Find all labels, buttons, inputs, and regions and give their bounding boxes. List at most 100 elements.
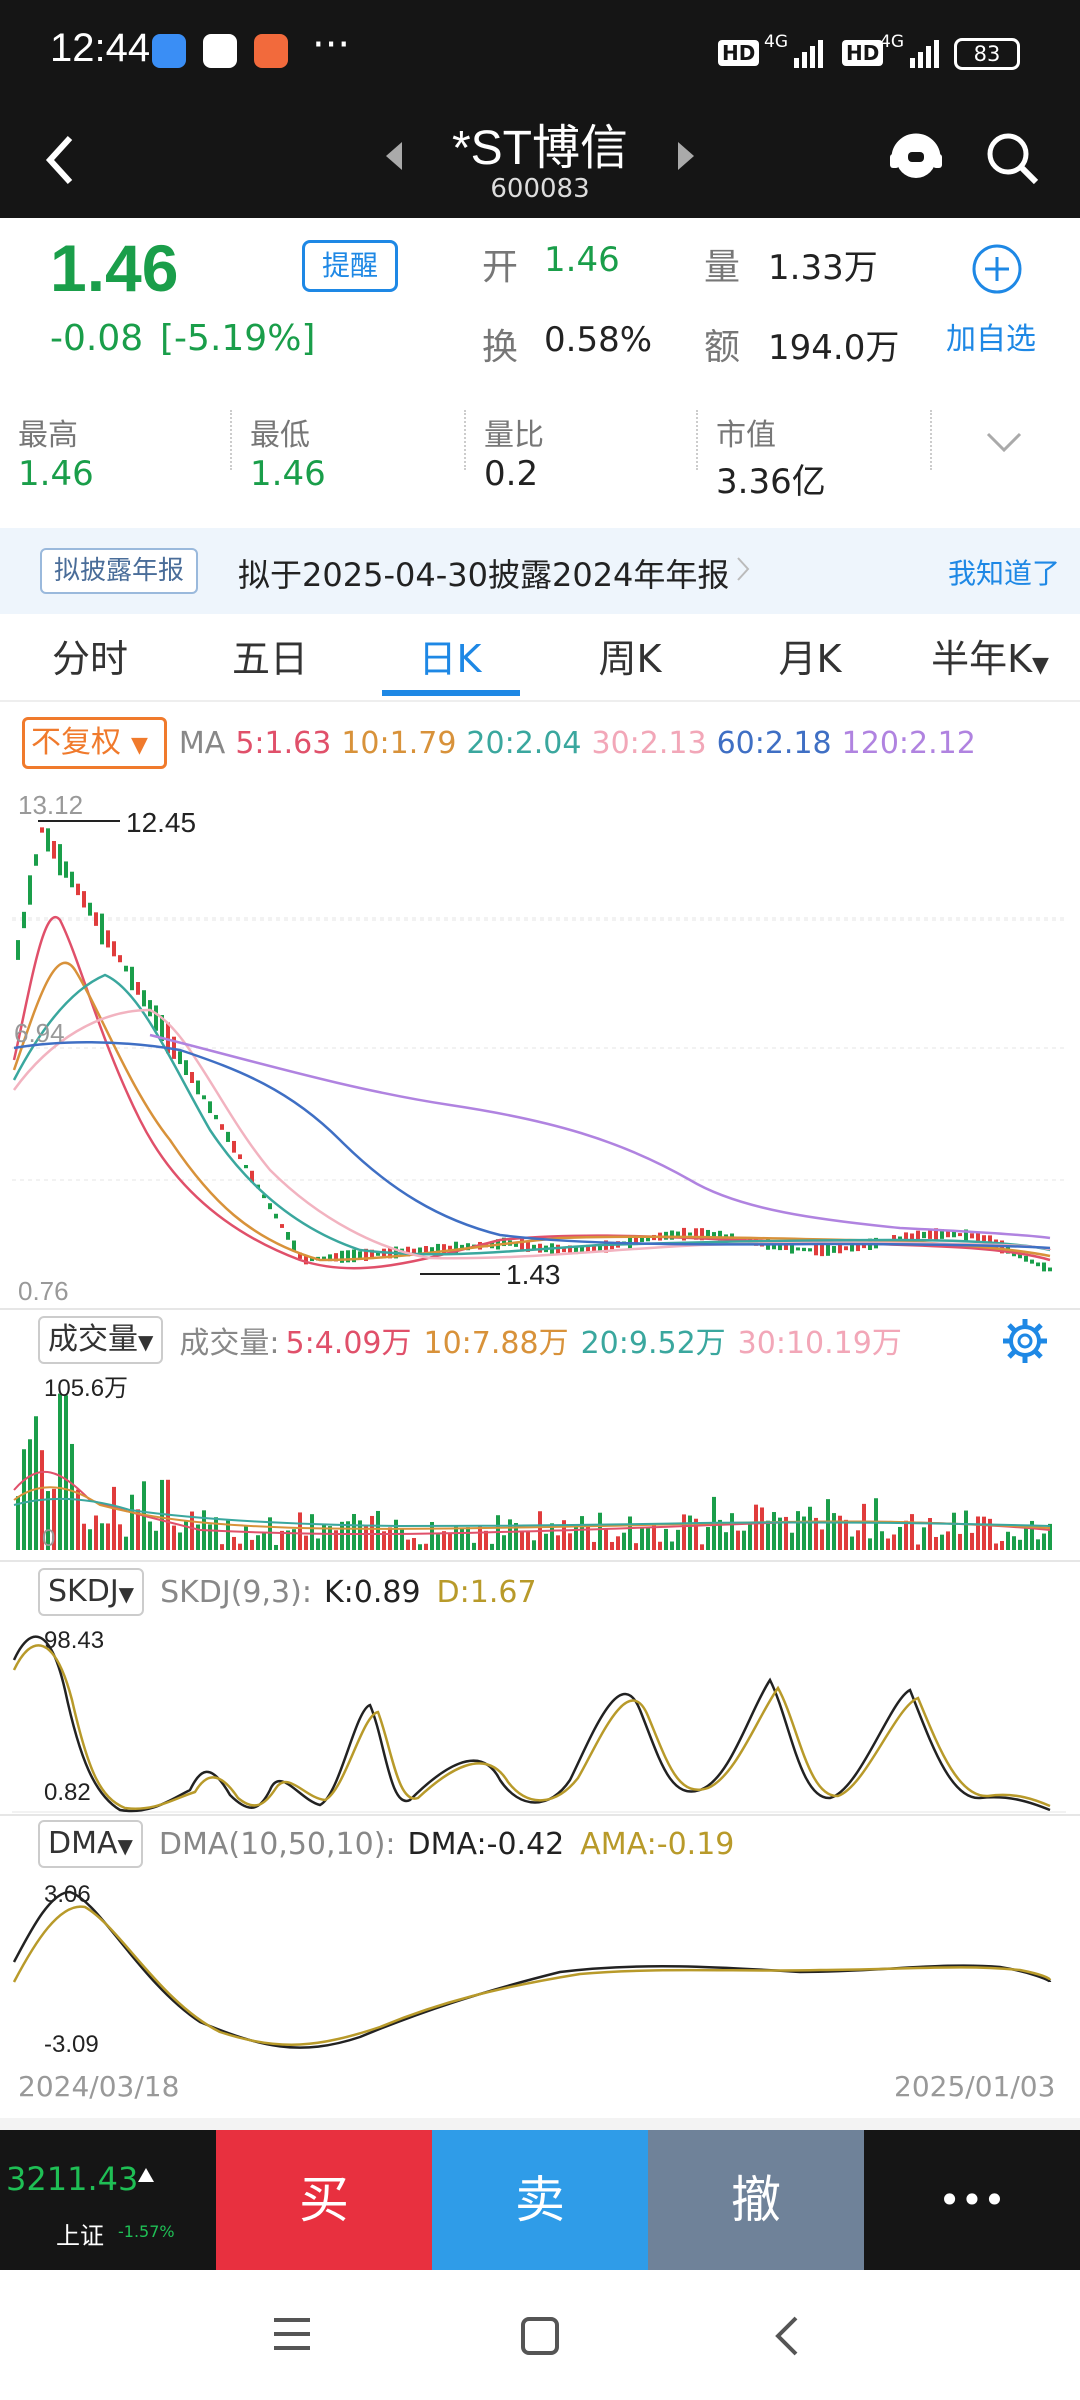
- volume-bar: [646, 1526, 650, 1550]
- ma5-value: 5:1.63: [235, 725, 332, 761]
- volume-bar: [856, 1530, 860, 1550]
- candlestick: [106, 930, 110, 948]
- tab-daily-k[interactable]: 日K: [390, 628, 510, 683]
- tab-half-year-k[interactable]: 半年K▼: [920, 628, 1060, 683]
- volume-bar: [910, 1514, 914, 1550]
- candlestick: [220, 1124, 224, 1130]
- adjust-selector[interactable]: 不复权 ▼: [22, 717, 167, 769]
- date-end: 2025/01/03: [894, 2070, 1056, 2103]
- volume-bar: [748, 1522, 752, 1550]
- candlestick: [340, 1250, 344, 1263]
- network-icon: 4G: [764, 32, 788, 52]
- volume-bar: [148, 1521, 152, 1550]
- open-value: 1.46: [544, 240, 620, 280]
- candlestick: [238, 1154, 242, 1160]
- expand-icon[interactable]: [986, 430, 1022, 458]
- max-price-marker: 12.45: [126, 807, 196, 838]
- volume-bar: [490, 1543, 494, 1550]
- ama-value: AMA:-0.19: [580, 1826, 735, 1862]
- volume-bar: [820, 1529, 824, 1550]
- tab-monthly-k[interactable]: 月K: [750, 628, 870, 683]
- current-price: 1.46: [50, 231, 179, 305]
- vol30-value: 30:10.19万: [737, 1326, 902, 1361]
- volume-bar: [568, 1533, 572, 1550]
- volume-max-label: 105.6万: [44, 1375, 128, 1402]
- volume-bar: [340, 1521, 344, 1550]
- skdj-selector[interactable]: SKDJ▼: [38, 1568, 145, 1616]
- candlestick: [184, 1060, 188, 1076]
- more-button[interactable]: •••: [864, 2130, 1080, 2270]
- volume-bar: [592, 1541, 596, 1550]
- candlestick: [826, 1243, 830, 1256]
- down-arrow-icon: [136, 2166, 156, 2188]
- volume-selector[interactable]: 成交量▼: [38, 1316, 164, 1364]
- tab-weekly-k[interactable]: 周K: [570, 628, 690, 683]
- volume-bar: [880, 1531, 884, 1550]
- volume-bar: [700, 1544, 704, 1550]
- volume-bar: [892, 1534, 896, 1550]
- volume-bar: [730, 1513, 734, 1550]
- volume-bar: [1042, 1533, 1046, 1550]
- volume-bar: [790, 1532, 794, 1550]
- candlestick: [196, 1080, 200, 1095]
- dma-selector[interactable]: DMA▼: [38, 1820, 143, 1868]
- buy-button[interactable]: 买: [216, 2130, 432, 2270]
- index-ticker[interactable]: 3211.43 上证 -1.57%: [0, 2130, 216, 2270]
- customer-service-icon[interactable]: [886, 126, 946, 190]
- ma20-line: [12, 973, 1051, 1256]
- volume-bar: [124, 1536, 128, 1550]
- dma-top-label: 3.06: [44, 1881, 91, 1908]
- tab-five-day[interactable]: 五日: [210, 628, 330, 683]
- candlestick: [226, 1131, 230, 1142]
- ratio-value: 0.2: [484, 454, 539, 494]
- volume-bar: [634, 1543, 638, 1550]
- volume-bar: [556, 1535, 560, 1550]
- dropdown-icon: ▼: [138, 1330, 154, 1354]
- notice-bar[interactable]: 拟披露年报 拟于2025-04-30披露2024年年报 我知道了: [0, 528, 1080, 614]
- cancel-order-button[interactable]: 撤: [648, 2130, 864, 2270]
- volume-bar: [946, 1531, 950, 1550]
- amount-value: 194.0万: [768, 328, 900, 368]
- divider: [930, 410, 932, 470]
- candlestick: [130, 966, 134, 991]
- volume-chart: 105.6万 0: [13, 1375, 1052, 1552]
- ma60-line: [13, 1040, 1051, 1250]
- volume-bar: [484, 1530, 488, 1550]
- candlestick: [178, 1051, 182, 1065]
- volume-bar: [82, 1523, 86, 1550]
- menu-icon[interactable]: [272, 2316, 312, 2356]
- volume-bar: [544, 1533, 548, 1550]
- volume-bar: [580, 1516, 584, 1550]
- home-icon[interactable]: [520, 2316, 560, 2360]
- volume-bar: [64, 1395, 68, 1550]
- candlestick: [970, 1233, 974, 1239]
- active-tab-indicator: [382, 690, 520, 696]
- back-nav-icon[interactable]: [774, 2314, 800, 2362]
- notice-dismiss-button[interactable]: 我知道了: [948, 552, 1060, 592]
- candlestick: [190, 1071, 194, 1084]
- candlestick: [814, 1244, 818, 1256]
- sell-button[interactable]: 卖: [432, 2130, 648, 2270]
- add-watch-label[interactable]: 加自选: [946, 314, 1036, 358]
- more-notifications-icon: ···: [312, 22, 351, 68]
- signal-icon: [794, 38, 830, 68]
- search-icon[interactable]: [982, 128, 1042, 192]
- volume-bar: [466, 1527, 470, 1550]
- candlestick: [274, 1213, 278, 1219]
- add-watch-icon[interactable]: [970, 242, 1024, 300]
- dropdown-icon: ▼: [131, 733, 148, 758]
- settings-icon[interactable]: [1000, 1316, 1050, 1370]
- candlestick: [784, 1244, 788, 1250]
- remind-button[interactable]: 提醒: [302, 240, 398, 292]
- tab-intraday[interactable]: 分时: [30, 628, 150, 683]
- divider: [0, 1308, 1080, 1310]
- volume-bar: [376, 1510, 380, 1550]
- volume-bar: [904, 1520, 908, 1550]
- candlestick: [82, 891, 86, 908]
- candlestick: [1036, 1262, 1040, 1267]
- volume-bar: [604, 1529, 608, 1550]
- kline-chart[interactable]: 12.45 1.43 13.12 6.94 0.76: [0, 790, 1080, 1310]
- volume-bar: [934, 1536, 938, 1550]
- next-stock-icon[interactable]: [674, 138, 698, 178]
- volume-bar: [130, 1494, 134, 1550]
